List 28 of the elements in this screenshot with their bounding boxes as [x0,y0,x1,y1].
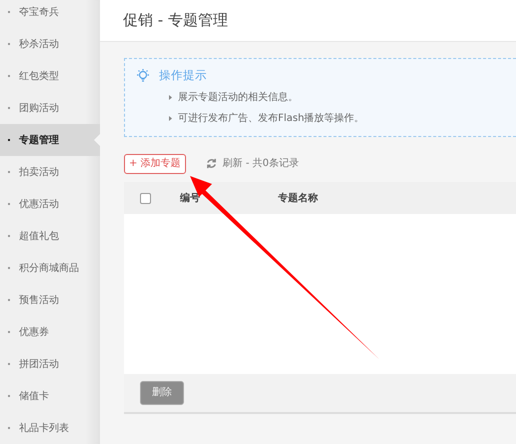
bullet-icon [169,95,172,100]
sidebar-item[interactable]: 拼团活动 [0,348,100,380]
tip-text: 可进行发布广告、发布Flash播放等操作。 [178,112,364,126]
sidebar-item[interactable]: 优惠活动 [0,188,100,220]
refresh-link[interactable]: 刷新 - 共0条记录 [222,156,299,171]
refresh-icon[interactable] [206,158,217,169]
sidebar-item[interactable]: 红包类型 [0,60,100,92]
sidebar-item[interactable]: 团购活动 [0,92,100,124]
bullet-icon [169,116,172,122]
select-all-checkbox[interactable] [140,192,151,204]
sidebar-item[interactable]: 储值卡 [0,380,100,412]
sidebar-item[interactable]: 专题管理 [0,124,100,156]
sidebar-item[interactable]: 优惠券 [0,316,100,348]
column-header: 编号 [180,192,201,206]
add-topic-button[interactable]: + 添加专题 [124,154,186,174]
sidebar-item[interactable]: 拍卖活动 [0,156,100,188]
column-header: 专题名称 [278,192,318,206]
sidebar-item[interactable]: 礼品卡列表 [0,412,100,444]
sidebar-item[interactable]: 夺宝奇兵 [0,0,100,28]
lightbulb-icon [135,68,151,84]
sidebar-item[interactable]: 积分商城商品 [0,252,100,284]
tips-title: 操作提示 [159,67,207,84]
sidebar-item[interactable]: 超值礼包 [0,220,100,252]
tip-text: 展示专题活动的相关信息。 [178,90,298,106]
sidebar-item[interactable]: 秒杀活动 [0,28,100,60]
sidebar-item[interactable]: 预售活动 [0,284,100,316]
delete-button[interactable]: 删除 [140,381,184,405]
page-title: 促销 - 专题管理 [123,10,228,32]
